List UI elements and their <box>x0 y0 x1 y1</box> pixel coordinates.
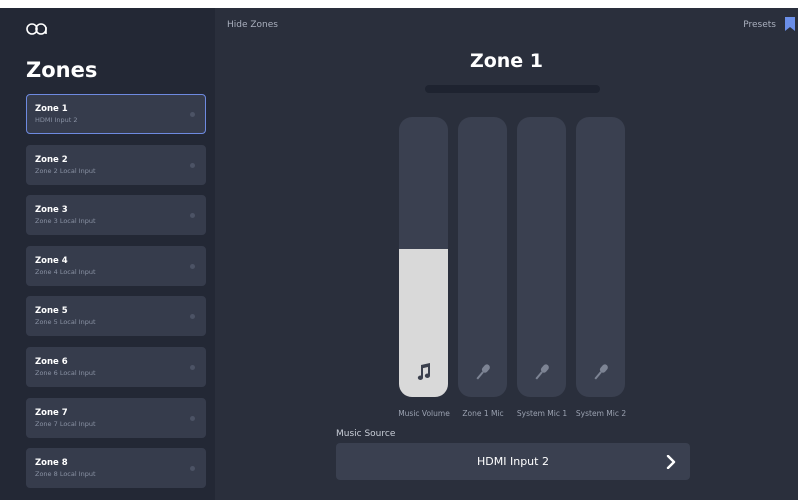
zone-source: HDMI Input 2 <box>35 116 78 124</box>
music-source-value: HDMI Input 2 <box>477 455 549 468</box>
zone-name: Zone 2 <box>35 154 68 165</box>
status-dot <box>190 112 195 117</box>
zone-source: Zone 3 Local Input <box>35 217 96 226</box>
zones-sidebar: Zones Zone 1 HDMI Input 2 Zone 2 Zone 2 … <box>0 8 215 500</box>
zone-source: Zone 4 Local Input <box>35 267 96 276</box>
hide-zones-button[interactable]: Hide Zones <box>227 20 278 30</box>
zone-1-mic-fader[interactable] <box>458 117 507 397</box>
fader-group: Music Volume Zone 1 Mic System Mic 1 Sys… <box>398 117 629 418</box>
fader-label-system-mic-2: System Mic 2 <box>575 409 627 418</box>
zones-title: Zones <box>26 58 98 82</box>
zone-source: Zone 5 Local Input <box>35 318 96 327</box>
status-dot <box>190 364 195 370</box>
zone-source: Zone 6 Local Input <box>35 368 96 377</box>
bookmark-icon[interactable] <box>785 17 795 31</box>
zone-item-6[interactable]: Zone 6 Zone 6 Local Input <box>26 346 206 387</box>
zone-name: Zone 6 <box>35 356 68 367</box>
zone-item-7[interactable]: Zone 7 Zone 7 Local Input <box>26 397 206 438</box>
system-mic-2-fader[interactable] <box>576 117 625 397</box>
zone-item-3[interactable]: Zone 3 Zone 3 Local Input <box>26 195 206 236</box>
zone-source: Zone 2 Local Input <box>35 166 96 175</box>
music-volume-fader[interactable] <box>399 117 448 397</box>
status-dot <box>190 213 195 219</box>
music-source-label: Music Source <box>336 429 396 439</box>
presets-button[interactable]: Presets <box>743 20 776 30</box>
music-note-icon <box>399 361 448 383</box>
status-dot <box>190 466 195 472</box>
zone-list: Zone 1 HDMI Input 2 Zone 2 Zone 2 Local … <box>26 94 206 499</box>
zone-name: Zone 5 <box>35 306 68 317</box>
status-dot <box>190 263 195 269</box>
top-slider-track[interactable] <box>425 85 600 93</box>
zone-item-1[interactable]: Zone 1 HDMI Input 2 <box>26 94 206 134</box>
zone-name: Zone 7 <box>35 407 68 418</box>
zone-source: Zone 8 Local Input <box>35 470 96 479</box>
app-window: Zones Zone 1 HDMI Input 2 Zone 2 Zone 2 … <box>0 8 798 500</box>
status-dot <box>190 415 195 421</box>
chevron-right-icon <box>666 455 676 469</box>
zone-name: Zone 8 <box>35 458 68 469</box>
zone-title: Zone 1 <box>469 50 544 72</box>
system-mic-1-fader[interactable] <box>517 117 566 397</box>
zone-item-2[interactable]: Zone 2 Zone 2 Local Input <box>26 144 206 185</box>
microphone-icon <box>517 361 566 383</box>
zone-item-5[interactable]: Zone 5 Zone 5 Local Input <box>26 296 206 337</box>
zone-source: Zone 7 Local Input <box>35 419 96 428</box>
microphone-icon <box>576 361 625 383</box>
zone-name: Zone 3 <box>35 205 68 216</box>
status-dot <box>190 314 195 320</box>
microphone-icon <box>458 361 507 383</box>
zone-detail: Hide Zones Presets Zone 1 Music Volume Z… <box>215 8 798 500</box>
status-dot <box>190 162 195 168</box>
zone-item-4[interactable]: Zone 4 Zone 4 Local Input <box>26 245 206 286</box>
music-source-select[interactable]: HDMI Input 2 <box>336 443 690 480</box>
zone-name: Zone 4 <box>35 255 68 266</box>
zone-item-8[interactable]: Zone 8 Zone 8 Local Input <box>26 448 206 489</box>
zone-name: Zone 1 <box>35 104 68 114</box>
logo-icon <box>26 23 47 35</box>
